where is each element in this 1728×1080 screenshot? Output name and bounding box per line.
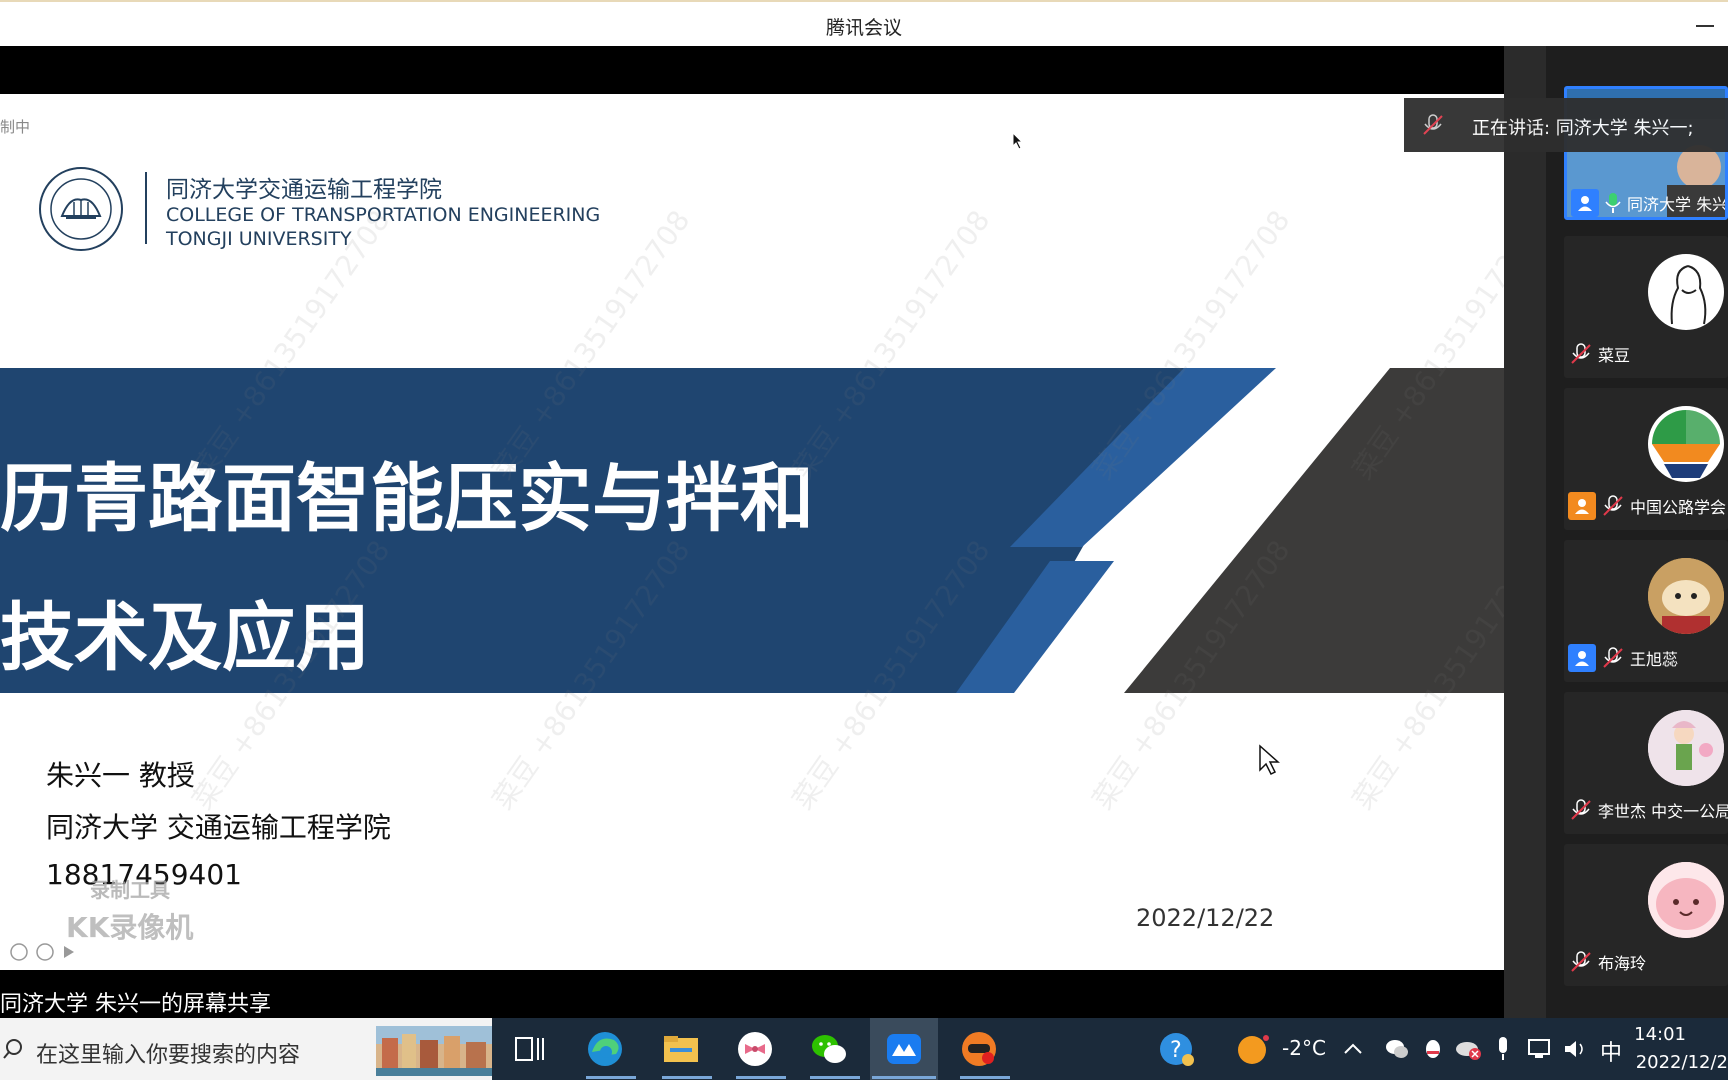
network-error-icon[interactable] bbox=[1454, 1036, 1482, 1062]
qq-tray-icon[interactable] bbox=[1420, 1036, 1446, 1062]
avatar bbox=[1648, 558, 1724, 634]
mic-on-icon bbox=[1605, 193, 1621, 213]
windows-taskbar: 在这里输入你要搜索的内容 ? -2°C 中 14:01 2022/12/2 bbox=[0, 1018, 1728, 1080]
mic-off-icon bbox=[1571, 343, 1591, 364]
window-title: 腾讯会议 bbox=[825, 17, 902, 39]
running-indicator bbox=[736, 1076, 786, 1079]
mic-off-icon bbox=[1571, 951, 1591, 972]
speaking-text: 正在讲话: 同济大学 朱兴一; bbox=[1472, 118, 1694, 139]
ime-indicator[interactable]: 中 bbox=[1600, 1035, 1622, 1067]
participant-name: 李世杰 中交一公局 bbox=[1598, 802, 1728, 821]
tencent-meeting-icon[interactable] bbox=[883, 1028, 925, 1070]
network-icon[interactable] bbox=[1526, 1036, 1554, 1062]
participant-name: 同济大学 朱兴 bbox=[1627, 195, 1728, 214]
user-icon bbox=[1568, 644, 1596, 672]
avatar bbox=[1648, 862, 1724, 938]
mic-off-icon bbox=[1571, 799, 1591, 820]
weather-sun-icon[interactable] bbox=[1232, 1028, 1274, 1070]
participant-name: 中国公路学会 bbox=[1630, 498, 1727, 517]
speaking-indicator: 正在讲话: 同济大学 朱兴一; bbox=[1404, 98, 1728, 152]
avatar bbox=[1648, 406, 1724, 482]
avatar bbox=[1648, 710, 1724, 786]
recorder-watermark-tool: 录制工具 bbox=[90, 878, 170, 902]
svg-text:?: ? bbox=[1170, 1038, 1182, 1063]
slide-title-line-1: 历青路面智能压实与拌和 bbox=[0, 456, 814, 542]
participant-name: 布海玲 bbox=[1598, 954, 1647, 973]
help-icon[interactable]: ? bbox=[1156, 1028, 1198, 1070]
running-indicator bbox=[872, 1076, 936, 1079]
college-name-cn: 同济大学交通运输工程学院 bbox=[166, 177, 442, 203]
bow-app-icon[interactable] bbox=[734, 1028, 776, 1070]
participant-name: 菜豆 bbox=[1598, 346, 1631, 365]
wechat-tray-icon[interactable] bbox=[1384, 1036, 1410, 1062]
mic-off-icon bbox=[1603, 495, 1623, 516]
recording-label: 制中 bbox=[0, 118, 31, 136]
participant-tile[interactable]: 王旭蕊 bbox=[1564, 540, 1728, 682]
task-view-icon[interactable] bbox=[508, 1028, 550, 1070]
chevron-up-icon[interactable] bbox=[1340, 1036, 1366, 1062]
logo-divider bbox=[145, 172, 147, 244]
participant-tile[interactable]: 布海玲 bbox=[1564, 844, 1728, 986]
recorder-app-icon[interactable] bbox=[958, 1028, 1000, 1070]
running-indicator bbox=[586, 1076, 636, 1079]
user-icon bbox=[1571, 189, 1599, 217]
clock-date[interactable]: 2022/12/2 bbox=[1636, 1052, 1728, 1073]
shared-slide: 制中 同济大学交通运输工程学院 COLLEGE OF TRANSPORTATIO… bbox=[0, 94, 1504, 970]
wechat-icon[interactable] bbox=[808, 1028, 850, 1070]
microphone-icon[interactable] bbox=[1492, 1034, 1514, 1064]
running-indicator bbox=[810, 1076, 860, 1079]
window-title-bar: 腾讯会议 bbox=[0, 0, 1728, 46]
mic-off-icon bbox=[1603, 647, 1623, 668]
tongji-seal-logo bbox=[39, 167, 123, 251]
edge-browser-icon[interactable] bbox=[584, 1028, 626, 1070]
screen-share-label: 同济大学 朱兴一的屏幕共享 bbox=[0, 992, 271, 1017]
participant-tile[interactable]: 中国公路学会 bbox=[1564, 388, 1728, 530]
taskbar-search-box[interactable]: 在这里输入你要搜索的内容 bbox=[0, 1018, 492, 1080]
search-icon bbox=[3, 1039, 22, 1059]
panel-scroll-track[interactable] bbox=[1504, 46, 1546, 1018]
avatar bbox=[1648, 254, 1724, 330]
slide-control-icons[interactable] bbox=[0, 940, 90, 964]
university-name-en: TONGJI UNIVERSITY bbox=[166, 228, 352, 250]
running-indicator bbox=[960, 1076, 1010, 1079]
mouse-cursor-icon bbox=[1259, 744, 1280, 776]
slide-date: 2022/12/22 bbox=[1136, 904, 1275, 932]
search-highlight-image bbox=[376, 1026, 492, 1076]
weather-temperature[interactable]: -2°C bbox=[1282, 1036, 1326, 1060]
clock-time[interactable]: 14:01 bbox=[1634, 1024, 1686, 1045]
mic-off-icon bbox=[1423, 114, 1443, 135]
presenter-name: 朱兴一 教授 bbox=[46, 759, 195, 792]
participant-name: 王旭蕊 bbox=[1630, 650, 1679, 669]
share-top-band bbox=[0, 46, 1504, 94]
volume-icon[interactable] bbox=[1562, 1036, 1590, 1062]
participant-tile[interactable]: 李世杰 中交一公局 bbox=[1564, 692, 1728, 834]
file-explorer-icon[interactable] bbox=[660, 1028, 702, 1070]
small-cursor-icon bbox=[1012, 132, 1024, 150]
search-placeholder: 在这里输入你要搜索的内容 bbox=[36, 1043, 301, 1068]
participant-tile[interactable]: 菜豆 bbox=[1564, 236, 1728, 378]
minimize-button[interactable] bbox=[1690, 10, 1720, 40]
user-icon bbox=[1568, 492, 1596, 520]
running-indicator bbox=[662, 1076, 712, 1079]
presenter-affiliation: 同济大学 交通运输工程学院 bbox=[46, 811, 391, 844]
